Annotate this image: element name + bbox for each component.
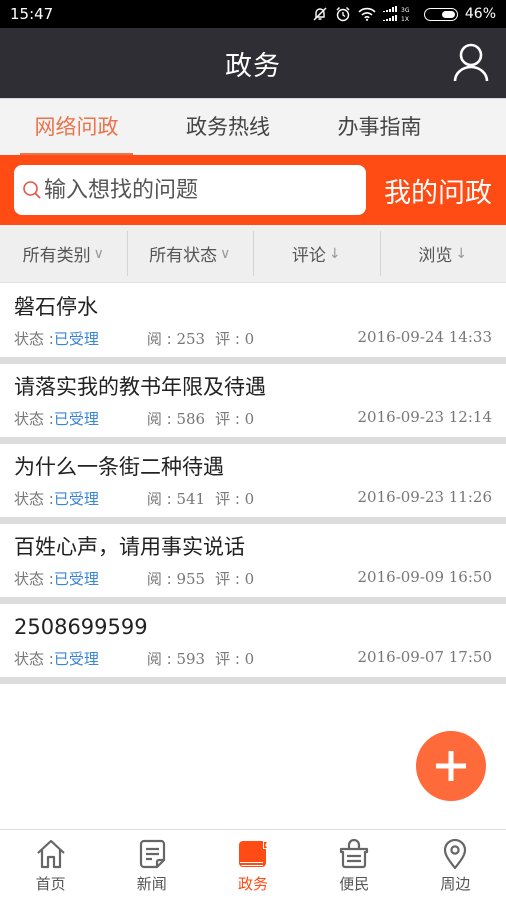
item-date: 2016-09-23 11:26: [357, 488, 492, 506]
list-item[interactable]: 为什么一条街二种待遇 状态 : 已受理 阅 : 541 评 : 0 2016-0…: [0, 444, 506, 524]
views-count: 593: [176, 650, 206, 668]
status-badge: 已受理: [53, 570, 99, 588]
status-bar: 15:47 3G 1X 46%: [0, 0, 506, 28]
views-label: 阅 :: [146, 570, 177, 588]
item-title: 为什么一条街二种待遇: [14, 455, 224, 479]
svg-text:3G: 3G: [401, 7, 410, 14]
chevron-down-icon: ∨: [220, 245, 231, 262]
nav-government-label: 政务: [238, 875, 269, 893]
government-book-icon: [239, 841, 268, 867]
item-date: 2016-09-24 14:33: [357, 328, 492, 346]
comments-label: 评 :: [215, 410, 245, 428]
sort-comments-label: 评论: [291, 246, 326, 266]
list-item[interactable]: 百姓心声，请用事实说话 状态 : 已受理 阅 : 955 评 : 0 2016-…: [0, 524, 506, 604]
search-icon: [22, 180, 42, 200]
state-label: 状态 :: [14, 570, 54, 588]
filter-status[interactable]: 所有状态 ∨: [126, 225, 254, 282]
views-count: 253: [176, 330, 206, 348]
nav-news-label: 新闻: [136, 875, 167, 893]
tab-gov-hotline[interactable]: 政务热线: [153, 99, 303, 155]
item-title: 请落实我的教书年限及待遇: [14, 375, 266, 399]
search-input[interactable]: [44, 177, 354, 203]
views-label: 阅 :: [146, 410, 177, 428]
app-bar: 政务: [0, 28, 506, 98]
state-label: 状态 :: [14, 330, 54, 348]
page-title: 政务: [225, 50, 281, 82]
views-label: 阅 :: [146, 490, 177, 508]
item-date: 2016-09-23 12:14: [357, 408, 492, 426]
my-inquiries-button[interactable]: 我的问政: [384, 171, 492, 210]
comments-count: 0: [244, 650, 255, 668]
signal-3g-1x-icon: 3G 1X: [382, 6, 417, 22]
news-icon: [139, 839, 165, 869]
filter-status-label: 所有状态: [149, 246, 218, 266]
nav-home-label: 首页: [35, 875, 66, 893]
bottom-nav: 首页 新闻 政务 便民 周边: [0, 829, 506, 900]
comments-count: 0: [244, 570, 255, 588]
search-bar: 我的问政: [0, 155, 506, 225]
nav-nearby-label: 周边: [440, 875, 471, 893]
tab-bar: 网络问政 政务热线 办事指南: [0, 98, 506, 155]
user-icon[interactable]: [452, 42, 490, 82]
item-title: 磐石停水: [14, 295, 98, 319]
arrow-down-icon: ↓: [328, 245, 341, 262]
comments-label: 评 :: [215, 490, 245, 508]
sort-views-label: 浏览: [418, 246, 453, 266]
item-title: 2508699599: [14, 615, 148, 639]
status-badge: 已受理: [53, 410, 99, 428]
alarm-icon: [335, 6, 351, 22]
comments-count: 0: [244, 410, 255, 428]
inquiry-list: 磐石停水 状态 : 已受理 阅 : 253 评 : 0 2016-09-24 1…: [0, 284, 506, 684]
state-label: 状态 :: [14, 410, 54, 428]
views-label: 阅 :: [146, 330, 177, 348]
tab-online-inquiry[interactable]: 网络问政: [0, 99, 153, 155]
nav-convenience[interactable]: 便民: [304, 830, 405, 900]
add-inquiry-button[interactable]: [416, 731, 486, 801]
comments-count: 0: [244, 330, 255, 348]
sort-views[interactable]: 浏览 ↓: [379, 225, 506, 282]
state-label: 状态 :: [14, 490, 54, 508]
nav-convenience-label: 便民: [339, 875, 370, 893]
filter-category[interactable]: 所有类别 ∨: [0, 225, 127, 282]
filter-category-label: 所有类别: [22, 246, 91, 266]
list-item[interactable]: 磐石停水 状态 : 已受理 阅 : 253 评 : 0 2016-09-24 1…: [0, 284, 506, 364]
nav-news[interactable]: 新闻: [101, 830, 202, 900]
sort-comments[interactable]: 评论 ↓: [253, 225, 380, 282]
battery-percent: 46%: [464, 6, 496, 22]
nav-government[interactable]: 政务: [202, 830, 303, 900]
arrow-down-icon: ↓: [455, 245, 468, 262]
item-date: 2016-09-07 17:50: [357, 648, 492, 666]
comments-label: 评 :: [215, 570, 245, 588]
location-pin-icon: [444, 838, 467, 870]
basket-icon: [340, 838, 369, 869]
chevron-down-icon: ∨: [93, 245, 104, 262]
views-count: 955: [176, 570, 206, 588]
item-date: 2016-09-09 16:50: [357, 568, 492, 586]
search-box[interactable]: [14, 165, 366, 215]
views-count: 541: [176, 490, 206, 508]
views-label: 阅 :: [146, 650, 177, 668]
plus-icon: [436, 751, 466, 781]
tab-service-guide[interactable]: 办事指南: [303, 99, 456, 155]
status-badge: 已受理: [53, 650, 99, 668]
status-badge: 已受理: [53, 330, 99, 348]
notifications-off-icon: [312, 6, 328, 22]
status-badge: 已受理: [53, 490, 99, 508]
status-time: 15:47: [10, 5, 54, 23]
comments-label: 评 :: [215, 650, 245, 668]
list-item[interactable]: 2508699599 状态 : 已受理 阅 : 593 评 : 0 2016-0…: [0, 604, 506, 684]
wifi-icon: [358, 7, 376, 21]
list-item[interactable]: 请落实我的教书年限及待遇 状态 : 已受理 阅 : 586 评 : 0 2016…: [0, 364, 506, 444]
item-title: 百姓心声，请用事实说话: [14, 535, 245, 559]
comments-count: 0: [244, 490, 255, 508]
nav-home[interactable]: 首页: [0, 830, 101, 900]
filter-bar: 所有类别 ∨ 所有状态 ∨ 评论 ↓ 浏览 ↓: [0, 225, 506, 283]
comments-label: 评 :: [215, 330, 245, 348]
svg-text:1X: 1X: [401, 16, 409, 22]
home-icon: [36, 839, 65, 869]
state-label: 状态 :: [14, 650, 54, 668]
nav-nearby[interactable]: 周边: [405, 830, 506, 900]
battery-icon: [423, 7, 458, 21]
views-count: 586: [176, 410, 206, 428]
